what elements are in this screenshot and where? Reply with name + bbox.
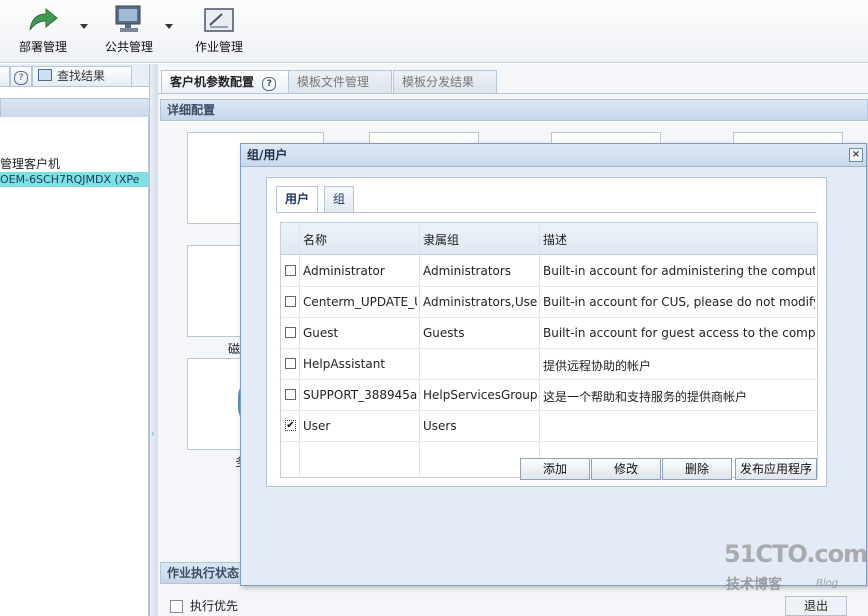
search-results-tab[interactable]: 查找结果 <box>32 66 132 86</box>
row-checkbox[interactable] <box>285 327 296 338</box>
add-button[interactable]: 添加 <box>520 458 590 480</box>
dialog-title: 组/用户 <box>247 148 288 162</box>
left-tab-strip: ? 查找结果 <box>0 64 150 87</box>
users-table: 名称 隶属组 描述 Administrator Administrators B… <box>280 222 818 478</box>
group-user-dialog: 组/用户 × 用户 组 名称 隶属组 描述 Administrator Admi… <box>240 143 867 586</box>
table-row[interactable]: HelpAssistant 提供远程协助的帐户 <box>281 348 817 380</box>
deploy-management-button[interactable]: 部署管理 <box>14 4 72 60</box>
common-management-label: 公共管理 <box>104 40 153 54</box>
priority-checkbox-label: 执行优先 <box>190 599 239 613</box>
row-name: Guest <box>303 326 339 340</box>
computer-icon <box>115 5 141 32</box>
row-name: HelpAssistant <box>303 357 386 371</box>
deploy-dropdown-arrow[interactable] <box>80 24 88 29</box>
collapse-arrow-icon[interactable]: ‹ <box>151 429 154 438</box>
column-header-name[interactable]: 名称 <box>303 231 327 248</box>
row-description: 这是一个帮助和支持服务的提供商帐户 <box>543 390 748 404</box>
priority-checkbox[interactable] <box>170 600 183 613</box>
common-management-button[interactable]: 公共管理 <box>100 4 158 60</box>
help-tab[interactable]: ? <box>10 66 32 86</box>
watermark-site: 51CTO.com <box>724 540 868 568</box>
table-row[interactable]: Administrator Administrators Built-in ac… <box>281 255 817 287</box>
tab-users[interactable]: 用户 <box>276 186 319 213</box>
row-description: Built-in account for CUS, please do not … <box>543 295 815 309</box>
table-row[interactable]: SUPPORT_388945a0 HelpServicesGroup 这是一个帮… <box>281 379 817 411</box>
card-disk-label: 磁 <box>228 342 241 356</box>
row-group: Guests <box>423 326 465 340</box>
tab-client-params-label: 客户机参数配置 <box>170 75 255 89</box>
row-checkbox[interactable] <box>285 296 296 307</box>
tab-groups[interactable]: 组 <box>324 186 355 213</box>
left-panel-header <box>0 98 150 118</box>
row-name: User <box>303 419 331 433</box>
publish-app-button[interactable]: 发布应用程序 <box>735 458 817 480</box>
row-name: Centerm_UPDATE_US <box>303 295 417 309</box>
row-description: Built-in account for guest access to the… <box>543 326 815 340</box>
watermark-tech-blog: 技术博客 <box>726 577 782 593</box>
help-icon: ? <box>14 71 28 85</box>
edit-button[interactable]: 修改 <box>591 458 661 480</box>
row-checkbox-checked[interactable]: ✔ <box>285 420 296 431</box>
row-description: Built-in account for administering the c… <box>543 264 815 278</box>
section-detail-config: 详细配置 <box>160 99 868 121</box>
logout-button[interactable]: 退出 <box>785 596 847 616</box>
row-name: Administrator <box>303 264 385 278</box>
search-results-icon <box>38 69 52 81</box>
tab-client-params[interactable]: 客户机参数配置 ? <box>161 70 294 93</box>
row-description: 提供远程协助的帐户 <box>543 359 652 373</box>
column-header-description[interactable]: 描述 <box>543 231 567 248</box>
task-icon <box>204 8 234 32</box>
delete-button[interactable]: 删除 <box>662 458 732 480</box>
deploy-icon <box>29 7 58 31</box>
row-checkbox[interactable] <box>285 358 296 369</box>
tab-underline <box>158 93 868 94</box>
column-header-group[interactable]: 隶属组 <box>423 231 459 248</box>
row-checkbox[interactable] <box>285 389 296 400</box>
row-group: Administrators,Users <box>423 295 537 309</box>
help-icon: ? <box>262 77 277 91</box>
inner-tab-underline <box>276 212 816 213</box>
table-row[interactable]: Guest Guests Built-in account for guest … <box>281 317 817 349</box>
left-tab-hidden[interactable] <box>0 66 10 86</box>
task-management-label: 作业管理 <box>194 40 243 54</box>
deploy-management-label: 部署管理 <box>18 40 67 54</box>
search-results-tab-label: 查找结果 <box>57 69 106 83</box>
task-management-button[interactable]: 作业管理 <box>190 4 248 60</box>
tab-template-dist[interactable]: 模板分发结果 <box>393 70 497 93</box>
row-group: HelpServicesGroup <box>423 388 537 402</box>
watermark-blog: Blog <box>816 578 839 589</box>
client-tree: 管理客户机 OEM-6SCH7RQJMDX (XPe <box>0 117 149 616</box>
row-name: SUPPORT_388945a0 <box>303 388 417 402</box>
tab-template-files[interactable]: 模板文件管理 <box>288 70 392 93</box>
main-toolbar: 部署管理 公共管理 作业管理 <box>0 0 868 63</box>
table-row[interactable]: Centerm_UPDATE_US Administrators,Users B… <box>281 286 817 318</box>
dialog-content-panel: 用户 组 名称 隶属组 描述 Administrator Administrat… <box>266 177 827 487</box>
common-dropdown-arrow[interactable] <box>165 24 173 29</box>
tree-node-managed-clients[interactable]: 管理客户机 <box>0 155 60 172</box>
row-checkbox[interactable] <box>285 265 296 276</box>
close-icon[interactable]: × <box>849 148 863 162</box>
tree-item-selected-client[interactable]: OEM-6SCH7RQJMDX (XPe <box>0 172 148 187</box>
table-row[interactable]: ✔ User Users <box>281 410 817 442</box>
row-group: Users <box>423 419 457 433</box>
dialog-titlebar[interactable]: 组/用户 × <box>241 144 866 167</box>
row-group: Administrators <box>423 264 512 278</box>
table-header: 名称 隶属组 描述 <box>281 223 817 255</box>
